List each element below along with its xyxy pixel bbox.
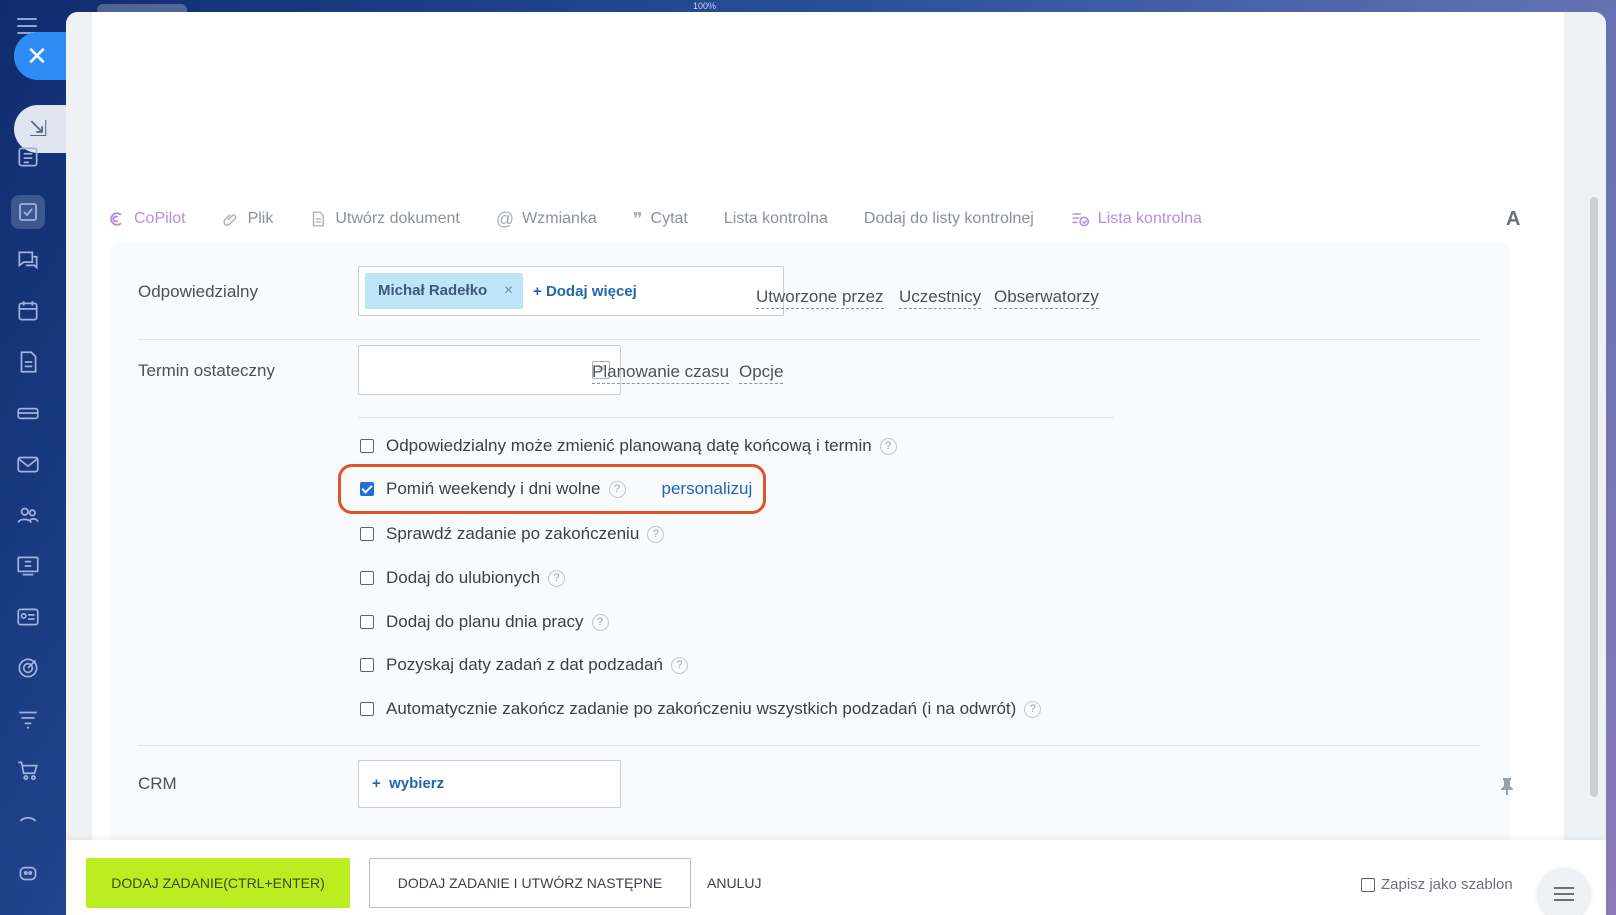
- option-auto-complete[interactable]: Automatycznie zakończ zadanie po zakończ…: [360, 697, 1042, 721]
- crm-card-icon[interactable]: [15, 604, 41, 630]
- help-icon[interactable]: ?: [670, 656, 688, 674]
- mail-icon[interactable]: [15, 451, 41, 477]
- close-slider-button[interactable]: ✕: [14, 32, 68, 80]
- panel-right-margin: [1564, 12, 1606, 915]
- checkbox[interactable]: [360, 615, 374, 629]
- help-icon[interactable]: ?: [879, 437, 897, 455]
- save-template-toggle[interactable]: Zapisz jako szablon: [1361, 876, 1513, 893]
- create-document-button[interactable]: Utwórz dokument: [309, 210, 460, 228]
- remove-user-icon[interactable]: ×: [504, 273, 513, 309]
- checklist-button[interactable]: Lista kontrolna: [724, 210, 828, 228]
- checkbox[interactable]: [360, 527, 374, 541]
- responsible-field[interactable]: Michał Radełko × + Dodaj więcej: [358, 266, 784, 316]
- chat-icon[interactable]: [15, 247, 41, 273]
- checkbox[interactable]: [1361, 877, 1375, 892]
- copilot-icon: [106, 209, 126, 229]
- contacts-icon[interactable]: [15, 502, 41, 528]
- observers-link[interactable]: Obserwatorzy: [994, 286, 1099, 309]
- automation-icon[interactable]: [15, 706, 41, 732]
- cancel-button[interactable]: ANULUJ: [707, 858, 761, 908]
- checkbox[interactable]: [360, 571, 374, 585]
- option-subtask-dates[interactable]: Pozyskaj daty zadań z dat podzadań ?: [360, 653, 688, 677]
- help-icon[interactable]: ?: [647, 525, 665, 543]
- scrollbar[interactable]: [1590, 197, 1598, 797]
- at-sign-icon: @: [495, 208, 515, 229]
- checkbox[interactable]: [360, 702, 374, 716]
- mention-button[interactable]: @ Wzmianka: [496, 209, 597, 230]
- add-more-button[interactable]: + Dodaj więcej: [533, 267, 637, 317]
- responsible-label: Odpowiedzialny: [138, 282, 259, 301]
- task-form: Odpowiedzialny Michał Radełko × + Dodaj …: [110, 242, 1513, 852]
- file-button[interactable]: Plik: [222, 210, 273, 228]
- chevron-up-icon[interactable]: [15, 808, 41, 834]
- copilot-button[interactable]: CoPilot: [106, 209, 186, 229]
- text-format-button[interactable]: A: [1506, 208, 1520, 231]
- add-to-checklist-button[interactable]: Dodaj do listy kontrolnej: [864, 210, 1034, 228]
- divider: [358, 417, 1114, 418]
- left-rail: ✕ ⇲: [0, 0, 68, 915]
- options-link[interactable]: Opcje: [739, 361, 784, 384]
- shop-cart-icon[interactable]: [15, 757, 41, 783]
- pin-icon[interactable]: [1500, 777, 1514, 800]
- help-icon[interactable]: ?: [591, 613, 609, 631]
- goals-icon[interactable]: [15, 655, 41, 681]
- task-slider-panel: CoPilot Plik Utwórz dokument @ Wzmianka …: [66, 12, 1606, 915]
- deadline-input[interactable]: 24: [358, 345, 621, 395]
- option-add-favorites[interactable]: Dodaj do ulubionych ?: [360, 566, 566, 590]
- checkbox[interactable]: [360, 658, 374, 672]
- deadline-label: Termin ostateczny: [138, 361, 275, 380]
- checklist-icon: [1070, 209, 1090, 229]
- checklist-ai-button[interactable]: Lista kontrolna: [1070, 209, 1202, 229]
- checkbox[interactable]: [360, 439, 374, 453]
- help-icon[interactable]: ?: [1024, 700, 1042, 718]
- feed-icon[interactable]: [15, 144, 41, 170]
- copilot-bot-icon[interactable]: [15, 860, 41, 886]
- quote-icon: ❞: [632, 208, 643, 229]
- crm-select-button[interactable]: + wybierz: [358, 760, 621, 808]
- crm-label: CRM: [138, 774, 177, 793]
- participants-link[interactable]: Uczestnicy: [899, 286, 982, 309]
- document-icon: [309, 210, 327, 228]
- option-review-task[interactable]: Sprawdź zadanie po zakończeniu ?: [360, 522, 665, 546]
- add-task-and-next-button[interactable]: DODAJ ZADANIE I UTWÓRZ NASTĘPNE: [369, 858, 691, 908]
- panel-left-margin: [66, 12, 92, 915]
- zoom-indicator: 100%: [693, 1, 717, 11]
- add-task-button[interactable]: DODAJ ZADANIE(CTRL+ENTER): [86, 858, 350, 908]
- quote-button[interactable]: ❞ Cytat: [633, 209, 688, 230]
- footer-bar: DODAJ ZADANIE(CTRL+ENTER) DODAJ ZADANIE …: [66, 840, 1606, 915]
- tasks-icon[interactable]: [11, 195, 45, 229]
- time-planning-link[interactable]: Planowanie czasu: [592, 361, 730, 384]
- calendar-icon[interactable]: [15, 298, 41, 324]
- option-change-deadline[interactable]: Odpowiedzialny może zmienić planowaną da…: [360, 434, 897, 458]
- paperclip-icon: [222, 210, 240, 228]
- responsible-user-chip[interactable]: Michał Radełko ×: [365, 273, 524, 309]
- help-icon[interactable]: ?: [548, 569, 566, 587]
- editor-toolbar: CoPilot Plik Utwórz dokument @ Wzmianka …: [106, 202, 1238, 236]
- sites-icon[interactable]: [15, 553, 41, 579]
- divider: [138, 745, 1480, 746]
- documents-icon[interactable]: [15, 349, 41, 375]
- divider: [138, 339, 1480, 340]
- option-work-day-plan[interactable]: Dodaj do planu dnia pracy ?: [360, 610, 609, 634]
- drive-icon[interactable]: [15, 400, 41, 426]
- list-menu-icon[interactable]: [1538, 868, 1590, 915]
- created-by-link[interactable]: Utworzone przez: [756, 286, 884, 309]
- highlight-annotation: [338, 464, 766, 514]
